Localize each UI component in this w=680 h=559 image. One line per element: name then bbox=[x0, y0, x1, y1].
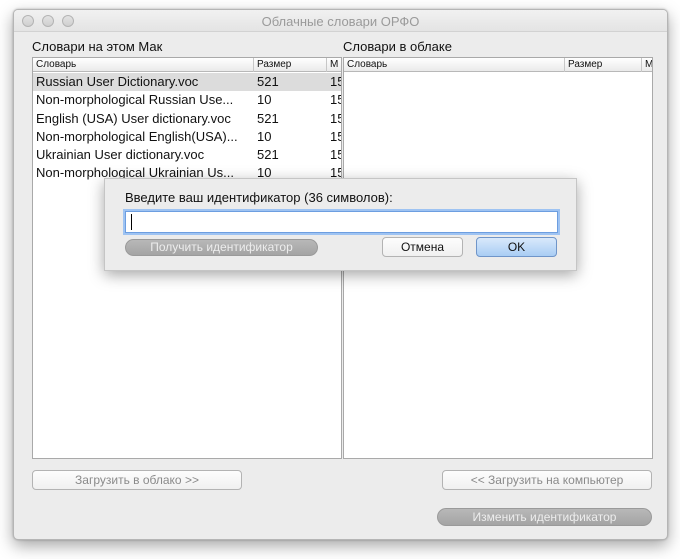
table-row[interactable]: Non-morphological Russian Use... 10 15 bbox=[33, 91, 341, 109]
dictionary-size: 521 bbox=[257, 110, 279, 126]
cloud-dictionaries-label: Словари в облаке bbox=[343, 39, 452, 54]
dictionary-name: Russian User Dictionary.voc bbox=[36, 74, 199, 89]
dictionary-modified: 15 bbox=[330, 128, 341, 144]
dictionary-modified: 15 bbox=[330, 74, 341, 89]
column-header-dictionary[interactable]: Словарь bbox=[33, 58, 254, 72]
column-header-modified[interactable]: М bbox=[642, 58, 652, 72]
identifier-prompt: Введите ваш идентификатор (36 символов): bbox=[125, 190, 393, 205]
dictionary-modified: 15 bbox=[330, 110, 341, 126]
column-header-size[interactable]: Размер bbox=[254, 58, 327, 72]
get-identifier-button[interactable]: Получить идентификатор bbox=[125, 239, 318, 256]
window-title: Облачные словари ОРФО bbox=[261, 14, 420, 29]
column-header-dictionary[interactable]: Словарь bbox=[344, 58, 565, 72]
table-header: Словарь Размер М bbox=[33, 58, 341, 72]
table-row[interactable]: Non-morphological English(USA)... 10 15 bbox=[33, 128, 341, 146]
column-header-modified[interactable]: М bbox=[327, 58, 341, 72]
title-bar[interactable]: Облачные словари ОРФО bbox=[14, 10, 667, 32]
upload-to-cloud-button[interactable]: Загрузить в облако >> bbox=[32, 470, 242, 490]
cancel-button[interactable]: Отмена bbox=[382, 237, 463, 257]
identifier-dialog: Введите ваш идентификатор (36 символов):… bbox=[104, 178, 577, 271]
change-id-button[interactable]: Изменить идентификатор bbox=[437, 508, 652, 526]
dictionary-name: Non-morphological English(USA)... bbox=[36, 128, 238, 144]
dictionary-name: English (USA) User dictionary.voc bbox=[36, 110, 231, 126]
dictionary-modified: 15 bbox=[330, 147, 341, 163]
dictionary-size: 10 bbox=[257, 128, 272, 144]
table-row[interactable]: English (USA) User dictionary.voc 521 15 bbox=[33, 110, 341, 128]
download-to-computer-button[interactable]: << Загрузить на компьютер bbox=[442, 470, 652, 490]
local-dictionaries-label: Словари на этом Мак bbox=[32, 39, 163, 54]
main-window: Облачные словари ОРФО Словари на этом Ма… bbox=[13, 9, 668, 540]
text-caret bbox=[131, 214, 132, 230]
ok-button[interactable]: OK bbox=[476, 237, 557, 257]
identifier-input[interactable] bbox=[125, 211, 558, 233]
table-row[interactable]: Ukrainian User dictionary.voc 521 15 bbox=[33, 146, 341, 164]
dictionary-size: 521 bbox=[257, 147, 279, 163]
dictionary-name: Ukrainian User dictionary.voc bbox=[36, 147, 205, 163]
table-row[interactable]: Russian User Dictionary.voc 521 15 bbox=[33, 73, 341, 92]
column-header-size[interactable]: Размер bbox=[565, 58, 642, 72]
dictionary-size: 10 bbox=[257, 92, 272, 108]
dictionary-name: Non-morphological Russian Use... bbox=[36, 92, 234, 108]
local-dictionaries-rows: Russian User Dictionary.voc 521 15 Non-m… bbox=[33, 73, 341, 183]
table-header: Словарь Размер М bbox=[344, 58, 652, 72]
dictionary-modified: 15 bbox=[330, 92, 341, 108]
dictionary-size: 521 bbox=[257, 74, 279, 89]
